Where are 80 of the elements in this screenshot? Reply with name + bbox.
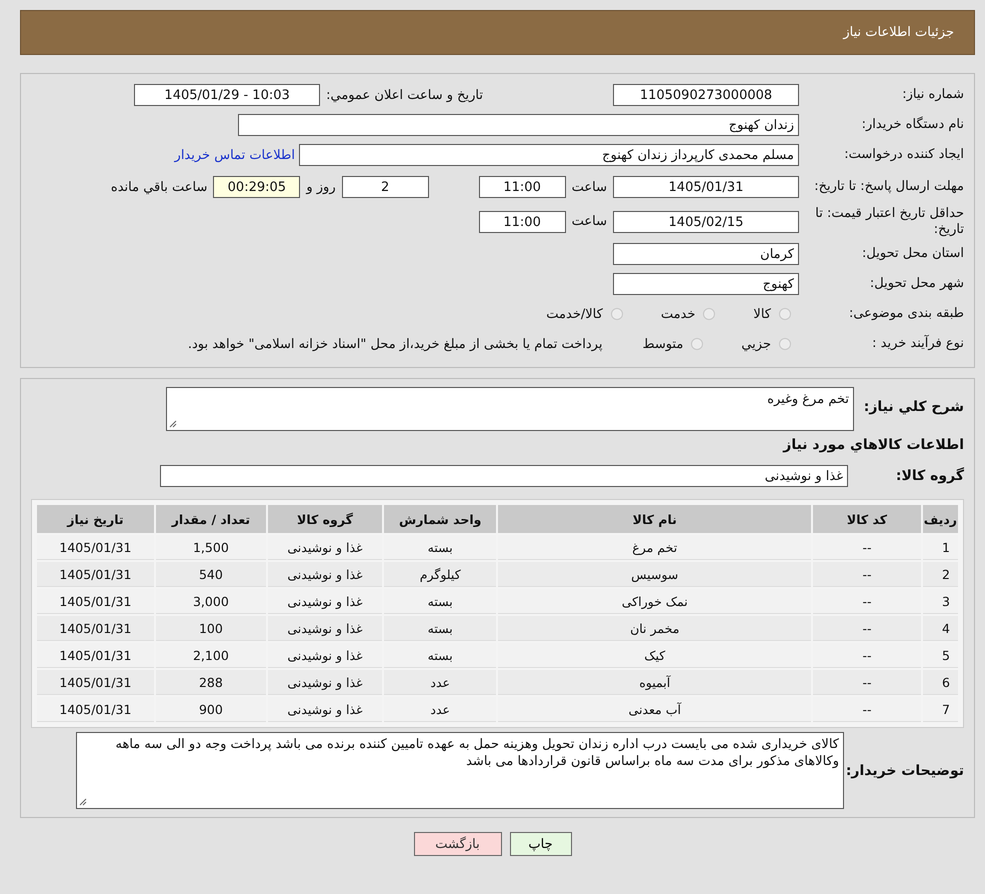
input-field[interactable]: کهنوج [613, 273, 799, 296]
table-cell: 1405/01/31 [37, 562, 154, 588]
table-cell: سوسیس [498, 562, 812, 588]
countdown-field: 00:29:05 [213, 176, 300, 198]
input-field[interactable]: 2 [342, 176, 429, 198]
payment-note: پرداخت تمام یا بخشی از مبلغ خرید،از محل "اسناد خزانه اسلامی" خواهد بود. [188, 336, 602, 352]
field-label: استان محل تحویل: [861, 246, 964, 262]
input-field[interactable]: 1405/01/29 - 10:03 [134, 84, 320, 106]
column-header: نام کالا [498, 505, 812, 534]
table-cell: 100 [156, 616, 266, 642]
table-cell: 540 [156, 562, 266, 588]
input-field[interactable]: 1105090273000008 [613, 84, 799, 106]
table-cell: غذا و نوشیدنی [268, 562, 382, 588]
column-header: تاریخ نیاز [37, 505, 154, 534]
table-cell: بسته [384, 616, 496, 642]
radio-label: کالا/خدمت [546, 306, 603, 322]
input-field[interactable]: 11:00 [478, 210, 566, 233]
radio-label: خدمت [660, 306, 696, 322]
radio-button[interactable] [779, 308, 791, 320]
contact-link[interactable]: اطلاعات تماس خریدار [174, 148, 295, 162]
radio-button[interactable] [779, 338, 791, 350]
field-label: گروه کالا: [894, 468, 964, 484]
column-header: واحد شمارش [384, 505, 496, 534]
field-label: شماره نیاز: [901, 87, 964, 103]
action-button[interactable]: چاپ [510, 832, 572, 856]
input-field[interactable]: 11:00 [478, 176, 566, 198]
field-label: نام دستگاه خریدار: [860, 117, 964, 133]
description-text: تخم مرغ وغیره [767, 392, 849, 408]
column-header: گروه کالا [268, 505, 382, 534]
table-cell: عدد [384, 670, 496, 696]
radio-label: کالا [753, 306, 771, 322]
radio-button[interactable] [703, 308, 716, 320]
table-cell: 6 [922, 670, 958, 696]
table-cell: -- [813, 670, 921, 696]
field-label: مهلت ارسال پاسخ: تا تاریخ: [813, 179, 964, 195]
input-field[interactable]: کرمان [613, 243, 799, 266]
table-cell: -- [813, 562, 921, 588]
field-label: ساعت [572, 180, 607, 194]
field-label: ساعت باقي مانده [110, 180, 208, 194]
text-area[interactable]: کالای خریداری شده می بایست درب اداره زندان تحویل وهزینه حمل به عهده تامیین کننده برنده می باشد پرداخت وجه دو الی سه ماهه وکالاهای مذکور برای مدت سه ماه براساس قانون قراردادها می باشد [76, 732, 844, 810]
table-cell: 288 [156, 670, 266, 696]
radio-label: جزيي [741, 336, 771, 352]
radio-button[interactable] [691, 338, 704, 350]
table-cell: 1405/01/31 [37, 616, 154, 642]
field-label: ساعت [572, 214, 607, 230]
input-field[interactable]: غذا و نوشیدنی [160, 465, 848, 488]
field-label: ایجاد کننده درخواست: [843, 147, 964, 163]
field-label: نوع فرآیند خرید : [871, 336, 964, 352]
field-label: تاریخ و ساعت اعلان عمومي: [326, 88, 483, 102]
table-cell: آبمیوه [498, 670, 812, 696]
field-label: طبقه بندی موضوعی: [848, 306, 964, 322]
resize-grip-icon[interactable] [79, 798, 87, 806]
section-title: اطلاعات کالاهاي مورد نیاز [782, 437, 964, 454]
field-label: توضیحات خریدار: [844, 762, 964, 779]
column-header: ردیف [922, 505, 958, 534]
table-cell: 1405/01/31 [37, 670, 154, 696]
table-cell: غذا و نوشیدنی [268, 670, 382, 696]
table-cell: 2 [922, 562, 958, 588]
text-area[interactable]: تخم مرغ وغیره [166, 387, 854, 432]
column-header: تعداد / مقدار [156, 505, 266, 534]
table-cell: مخمر نان [498, 616, 812, 642]
input-field[interactable]: 1405/01/31 [613, 176, 799, 198]
field-label: شهر محل تحویل: [868, 276, 964, 292]
notes-text: کالای خریداری شده می بایست درب اداره زندان تحویل وهزینه حمل به عهده تامیین کننده برنده می باشد پرداخت وجه دو الی سه ماهه وکالاهای مذکور برای مدت سه ماه براساس قانون قراردادها می باشد [116, 737, 839, 770]
table-cell: -- [813, 616, 921, 642]
page-title: جزئیات اطلاعات نیاز [843, 25, 954, 40]
table-cell: 4 [922, 616, 958, 642]
radio-button[interactable] [610, 308, 623, 320]
field-label: حداقل تاریخ اعتبار قیمت: تا تاریخ: [814, 206, 964, 238]
field-label: روز و [306, 180, 336, 194]
resize-grip-icon[interactable] [169, 420, 177, 428]
input-field[interactable]: زندان کهنوج [238, 114, 799, 136]
column-header: کد کالا [813, 505, 921, 534]
table-cell: کیلوگرم [384, 562, 496, 588]
field-label: شرح کلي نیاز: [862, 398, 964, 416]
action-button[interactable]: بازگشت [414, 832, 502, 856]
input-field[interactable]: مسلم محمدی کارپرداز زندان کهنوج [299, 144, 799, 166]
table-cell: غذا و نوشیدنی [268, 616, 382, 642]
input-field[interactable]: 1405/02/15 [613, 210, 799, 233]
radio-label: متوسط [642, 336, 684, 352]
